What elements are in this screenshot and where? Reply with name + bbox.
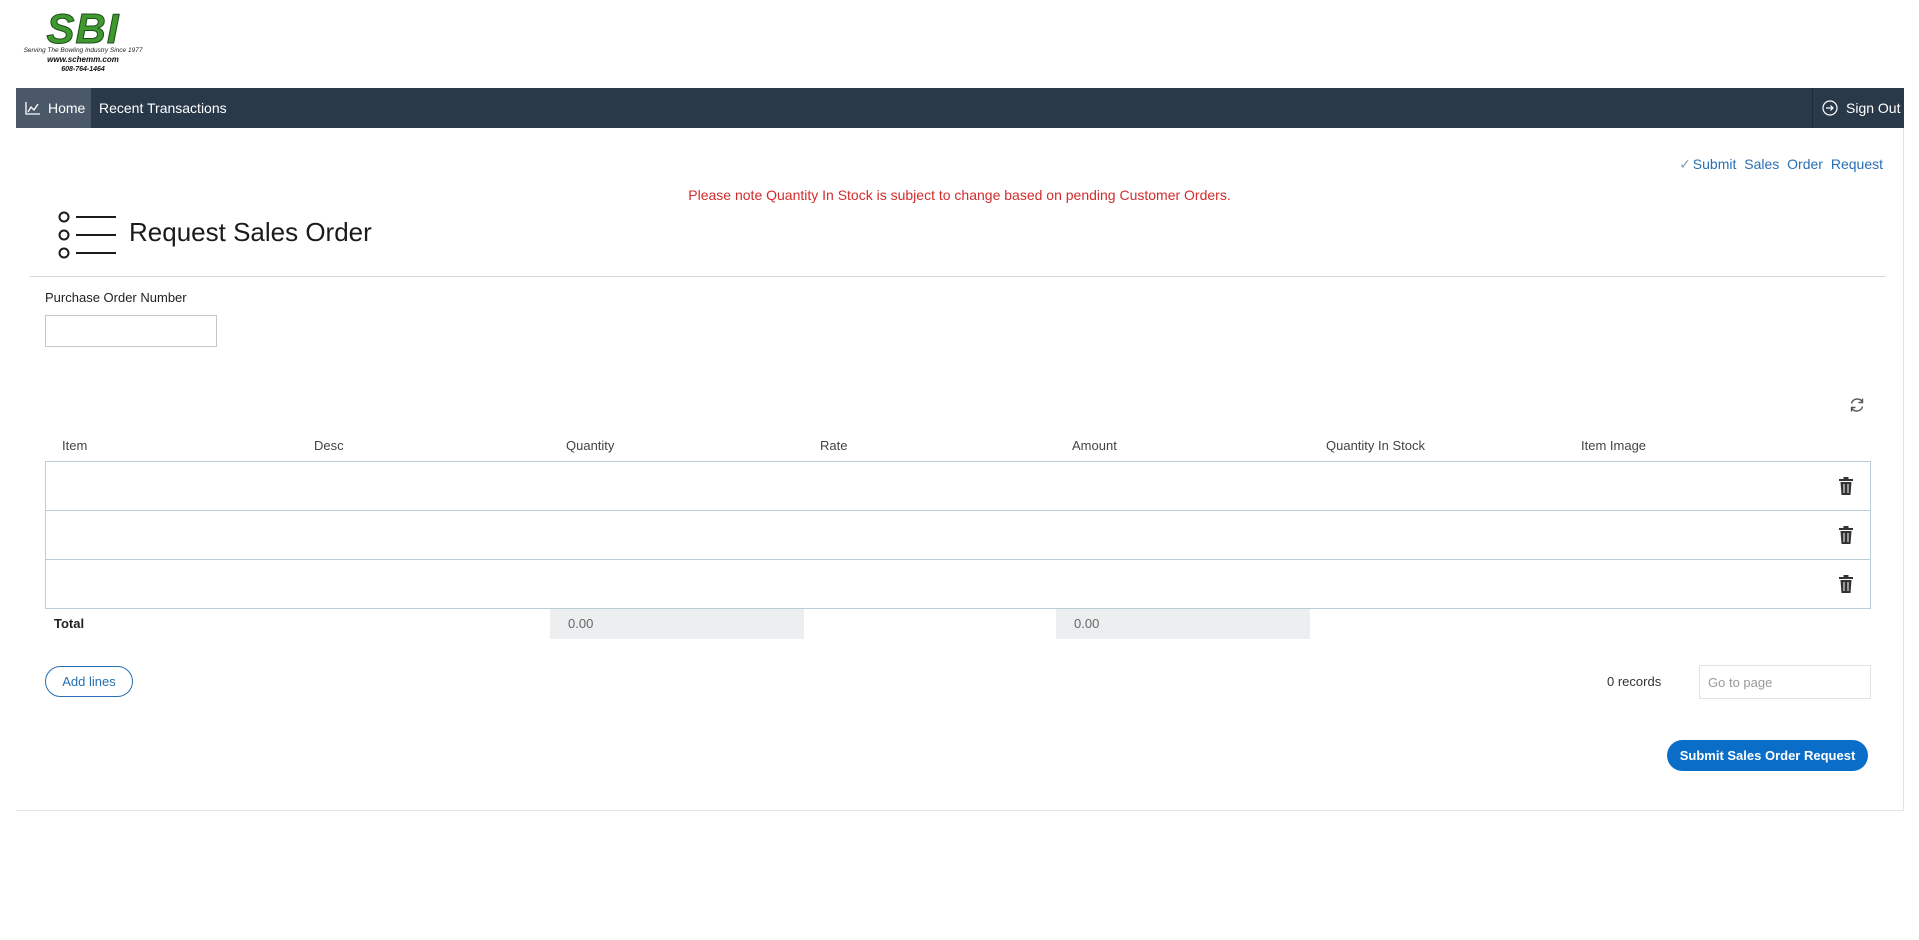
go-to-page-input[interactable] <box>1699 665 1871 699</box>
list-icon <box>58 211 116 259</box>
column-header-quantity-in-stock: Quantity In Stock <box>1326 438 1425 453</box>
sign-out-button[interactable]: Sign Out <box>1812 88 1904 128</box>
column-header-item: Item <box>62 438 88 453</box>
trash-icon[interactable] <box>1839 526 1853 544</box>
submit-sales-order-link-label: Submit Sales Order Request <box>1692 156 1883 172</box>
refresh-icon[interactable] <box>1848 396 1866 414</box>
column-header-desc: Desc <box>314 438 344 453</box>
submit-sales-order-button[interactable]: Submit Sales Order Request <box>1667 740 1868 771</box>
logo-tagline: Serving The Bowling Industry Since 1977 <box>23 47 143 54</box>
trash-icon[interactable] <box>1839 477 1853 495</box>
total-amount: 0.00 <box>1056 609 1310 639</box>
nav-home[interactable]: Home <box>16 88 91 128</box>
po-number-input[interactable] <box>45 315 217 347</box>
column-header-item-image: Item Image <box>1581 438 1647 453</box>
sign-out-label: Sign Out <box>1846 100 1901 116</box>
po-number-label: Purchase Order Number <box>45 290 187 305</box>
nav-home-label: Home <box>48 100 86 116</box>
submit-sales-order-link[interactable]: ✓ Submit Sales Order Request <box>1679 156 1883 173</box>
order-lines-table <box>45 461 1871 609</box>
records-count: 0 records <box>1607 674 1662 689</box>
stock-notice: Please note Quantity In Stock is subject… <box>688 187 1231 203</box>
company-logo: SBI Serving The Bowling Industry Since 1… <box>16 5 150 76</box>
logo-website: www.schemm.com <box>47 55 119 64</box>
column-header-rate: Rate <box>820 438 848 453</box>
logo-phone: 608-764-1464 <box>61 66 105 73</box>
top-navbar: Home Recent Transactions Sign Out <box>16 88 1904 128</box>
total-quantity: 0.00 <box>550 609 804 639</box>
column-header-amount: Amount <box>1072 438 1117 453</box>
table-row[interactable] <box>46 511 1870 560</box>
add-lines-button[interactable]: Add lines <box>45 666 133 697</box>
header-divider <box>30 276 1886 277</box>
page-title: Request Sales Order <box>129 217 372 247</box>
home-chart-icon <box>25 102 40 115</box>
checkmark-icon: ✓ <box>1679 156 1691 172</box>
column-header-quantity: Quantity <box>566 438 615 453</box>
nav-recent-transactions[interactable]: Recent Transactions <box>99 88 227 128</box>
total-label: Total <box>54 616 85 631</box>
table-row[interactable] <box>46 560 1870 608</box>
table-row[interactable] <box>46 462 1870 511</box>
logo-name: SBI <box>46 5 120 52</box>
sign-out-icon <box>1822 100 1838 116</box>
trash-icon[interactable] <box>1839 575 1853 593</box>
